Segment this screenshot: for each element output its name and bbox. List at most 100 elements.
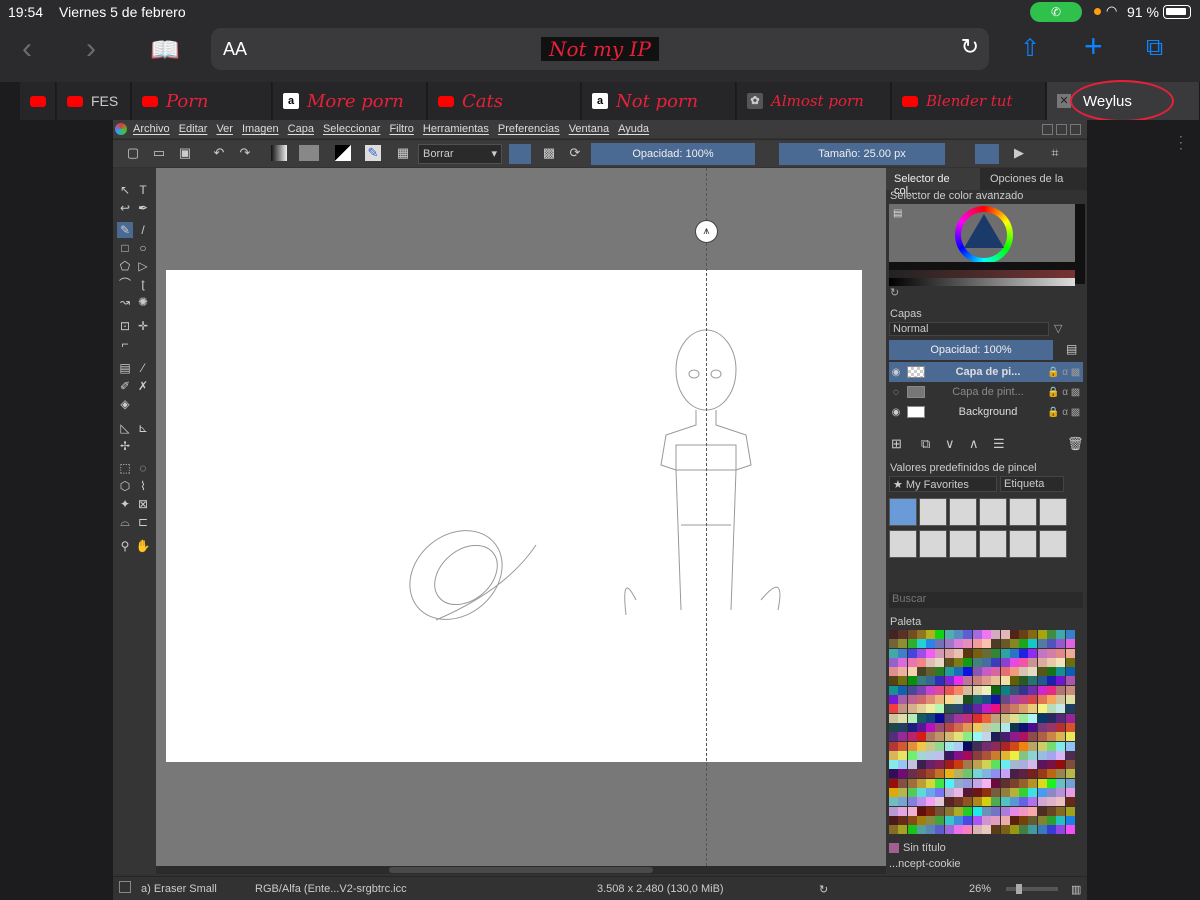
palette-swatch[interactable]	[935, 778, 945, 788]
select-shapes-icon[interactable]: ↖	[117, 182, 133, 198]
palette-swatch[interactable]	[889, 750, 898, 760]
palette-swatch[interactable]	[1065, 704, 1075, 714]
mirror-vertical-icon[interactable]: ▶	[1011, 145, 1027, 161]
palette-swatch[interactable]	[1009, 657, 1019, 667]
palette-swatch[interactable]	[972, 769, 982, 779]
palette-swatch[interactable]	[972, 797, 982, 807]
palette-swatch[interactable]	[991, 639, 1001, 649]
palette-swatch[interactable]	[1028, 630, 1038, 639]
phone-icon[interactable]: ✆	[1030, 2, 1082, 22]
palette-swatch[interactable]	[935, 704, 945, 714]
palette-resource[interactable]: ...ncept-cookie	[889, 858, 1009, 872]
color-history[interactable]	[1075, 204, 1085, 284]
close-icon[interactable]: ✕	[1057, 94, 1071, 108]
palette-swatch[interactable]	[1009, 639, 1019, 649]
layer-opacity-slider[interactable]: Opacidad: 100%	[889, 340, 1053, 360]
palette-swatch[interactable]	[991, 685, 1001, 695]
palette-swatch[interactable]	[991, 695, 1001, 705]
palette-swatch[interactable]	[1000, 797, 1010, 807]
palette-swatch[interactable]	[1056, 648, 1066, 658]
palette-swatch[interactable]	[954, 806, 964, 816]
tab-blender-tut[interactable]: Blender tut	[892, 82, 1046, 120]
move-up-icon[interactable]: ∧	[969, 436, 979, 452]
layer-row[interactable]: ◉ Background 🔒 α ▩	[889, 402, 1083, 422]
palette-swatch[interactable]	[981, 750, 991, 760]
palette-swatch[interactable]	[972, 806, 982, 816]
palette-swatch[interactable]	[991, 704, 1001, 714]
palette-swatch[interactable]	[972, 648, 982, 658]
tab-more-porn[interactable]: a More porn	[273, 82, 427, 120]
palette-swatch[interactable]	[889, 639, 898, 649]
preset-item[interactable]	[949, 498, 977, 526]
palette-swatch[interactable]	[1000, 639, 1010, 649]
palette-swatch[interactable]	[898, 778, 908, 788]
palette-swatch[interactable]	[1065, 695, 1075, 705]
palette-swatch[interactable]	[935, 815, 945, 825]
palette-swatch[interactable]	[898, 639, 908, 649]
palette-swatch[interactable]	[1019, 667, 1029, 677]
palette-swatch[interactable]	[889, 657, 898, 667]
palette-swatch[interactable]	[1028, 741, 1038, 751]
palette-swatch[interactable]	[981, 722, 991, 732]
palette-swatch[interactable]	[944, 713, 954, 723]
palette-swatch[interactable]	[981, 778, 991, 788]
tab-porn[interactable]: Porn	[132, 82, 272, 120]
pattern-icon[interactable]	[299, 145, 319, 161]
palette-swatch[interactable]	[1065, 750, 1075, 760]
canvas-document[interactable]	[166, 270, 862, 762]
favorites-select[interactable]: ★ My Favorites	[889, 476, 997, 492]
palette-swatch[interactable]	[963, 788, 973, 798]
palette-swatch[interactable]	[926, 685, 936, 695]
palette-swatch[interactable]	[1037, 732, 1047, 742]
palette-swatch[interactable]	[1037, 806, 1047, 816]
palette-swatch[interactable]	[944, 750, 954, 760]
palette-swatch[interactable]	[981, 769, 991, 779]
palette-swatch[interactable]	[1065, 732, 1075, 742]
palette-swatch[interactable]	[991, 676, 1001, 686]
palette-swatch[interactable]	[907, 732, 917, 742]
palette-swatch[interactable]	[1056, 722, 1066, 732]
palette-swatch[interactable]	[1037, 788, 1047, 798]
palette-swatch[interactable]	[916, 825, 926, 835]
palette-swatch[interactable]	[1065, 648, 1075, 658]
palette-swatch[interactable]	[907, 630, 917, 639]
palette-swatch[interactable]	[1000, 722, 1010, 732]
palette-swatch[interactable]	[926, 788, 936, 798]
duplicate-layer-icon[interactable]: ⧉	[921, 436, 930, 452]
palette-swatch[interactable]	[935, 797, 945, 807]
palette-swatch[interactable]	[889, 797, 898, 807]
palette-swatch[interactable]	[1037, 695, 1047, 705]
palette-swatch[interactable]	[981, 676, 991, 686]
palette-swatch[interactable]	[1037, 778, 1047, 788]
palette-swatch[interactable]	[954, 769, 964, 779]
palette-swatch[interactable]	[1037, 815, 1047, 825]
palette-swatch[interactable]	[954, 685, 964, 695]
palette-swatch[interactable]	[1009, 806, 1019, 816]
palette-swatch[interactable]	[907, 667, 917, 677]
palette-swatch[interactable]	[991, 815, 1001, 825]
palette-swatch[interactable]	[963, 667, 973, 677]
palette-swatch[interactable]	[1019, 825, 1029, 835]
palette-swatch[interactable]	[916, 722, 926, 732]
menu-herramientas[interactable]: Herramientas	[423, 123, 489, 135]
palette-swatch[interactable]	[991, 657, 1001, 667]
palette-swatch[interactable]	[1037, 657, 1047, 667]
palette-swatch[interactable]	[1000, 732, 1010, 742]
palette-swatch[interactable]	[916, 732, 926, 742]
palette-swatch[interactable]	[1028, 825, 1038, 835]
palette-swatch[interactable]	[1056, 797, 1066, 807]
palette-swatch[interactable]	[898, 806, 908, 816]
palette-swatch[interactable]	[916, 695, 926, 705]
palette-swatch[interactable]	[898, 676, 908, 686]
palette-swatch[interactable]	[1019, 722, 1029, 732]
palette-swatch[interactable]	[935, 825, 945, 835]
palette-swatch[interactable]	[889, 741, 898, 751]
tab-cats[interactable]: Cats	[428, 82, 581, 120]
palette-swatch[interactable]	[1028, 657, 1038, 667]
palette-swatch[interactable]	[898, 760, 908, 770]
horizontal-scrollbar[interactable]	[156, 866, 886, 874]
layer-row[interactable]: ◉ Capa de pi... 🔒 α ▩	[889, 362, 1083, 382]
palette-swatch[interactable]	[981, 685, 991, 695]
zoom-tool-icon[interactable]: ⚲	[117, 538, 133, 554]
palette-swatch[interactable]	[954, 815, 964, 825]
